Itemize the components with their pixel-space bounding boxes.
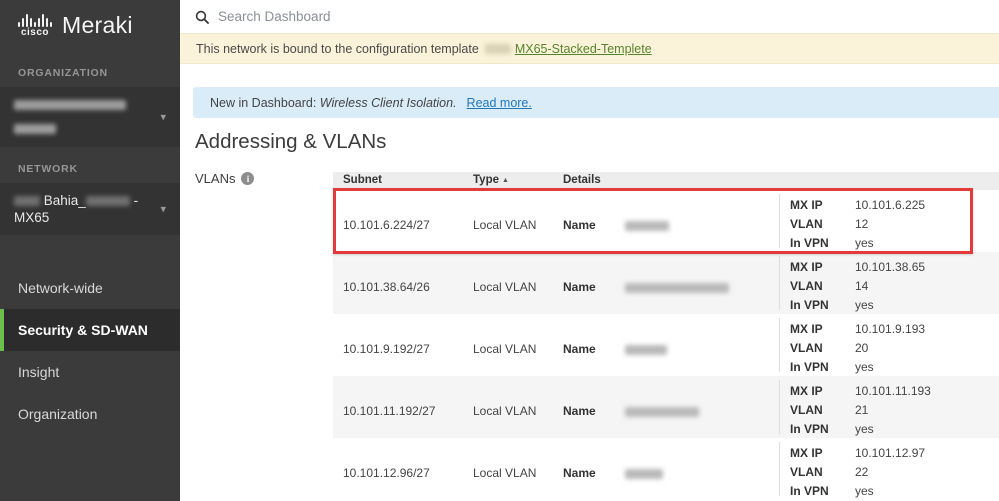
organization-section-label: ORGANIZATION <box>0 67 180 79</box>
in-vpn-value: yes <box>855 482 874 501</box>
type-value: Local VLAN <box>473 342 536 356</box>
row-details: MX IP10.101.6.225 VLAN12 In VPNyes <box>790 196 990 253</box>
subnet-value: 10.101.38.64/26 <box>343 280 430 294</box>
chevron-down-icon: ▾ <box>160 203 166 216</box>
column-header-type[interactable]: Type▲ <box>473 174 509 186</box>
sidebar-item-network-wide[interactable]: Network-wide <box>0 267 180 309</box>
redacted-vlan-name <box>625 218 669 232</box>
meraki-dashboard: cisco Meraki ORGANIZATION ▾ NETWORK Bahi… <box>0 0 999 501</box>
redacted-vlan-name <box>625 280 729 294</box>
mx-ip-value: 10.101.11.193 <box>855 382 931 401</box>
sidebar-item-organization[interactable]: Organization <box>0 393 180 435</box>
type-value: Local VLAN <box>473 404 536 418</box>
divider <box>779 380 780 434</box>
mx-ip-value: 10.101.6.225 <box>855 196 925 215</box>
redacted-vlan-name <box>625 466 663 480</box>
name-label: Name <box>563 342 596 356</box>
in-vpn-value: yes <box>855 358 874 377</box>
name-label: Name <box>563 280 596 294</box>
sidebar: cisco Meraki ORGANIZATION ▾ NETWORK Bahi… <box>0 0 180 501</box>
vlan-id-value: 14 <box>855 277 868 296</box>
sidebar-item-insight[interactable]: Insight <box>0 351 180 393</box>
type-value: Local VLAN <box>473 280 536 294</box>
table-row[interactable]: 10.101.38.64/26 Local VLAN Name MX IP10.… <box>333 252 999 314</box>
chevron-down-icon: ▾ <box>160 111 166 124</box>
template-banner-text: This network is bound to the configurati… <box>196 42 479 56</box>
vlan-id-value: 22 <box>855 463 868 482</box>
row-details: MX IP10.101.11.193 VLAN21 In VPNyes <box>790 382 990 439</box>
row-details: MX IP10.101.9.193 VLAN20 In VPNyes <box>790 320 990 377</box>
search-input[interactable] <box>218 9 518 24</box>
cisco-wordmark: cisco <box>21 28 49 38</box>
read-more-link[interactable]: Read more. <box>467 96 532 110</box>
table-row[interactable]: 10.101.6.224/27 Local VLAN Name MX IP10.… <box>333 190 999 252</box>
new-feature-prefix: New in Dashboard: <box>210 96 316 110</box>
table-row[interactable]: 10.101.11.192/27 Local VLAN Name MX IP10… <box>333 376 999 438</box>
vlans-section-label: VLANs i <box>195 171 254 186</box>
top-search-bar <box>180 0 999 33</box>
column-header-details[interactable]: Details <box>563 174 601 186</box>
divider <box>779 194 780 248</box>
in-vpn-value: yes <box>855 296 874 315</box>
network-name: Bahia_ - MX65 <box>14 192 150 226</box>
info-icon[interactable]: i <box>241 172 254 185</box>
vlan-id-value: 12 <box>855 215 868 234</box>
divider <box>779 256 780 310</box>
template-banner: This network is bound to the configurati… <box>180 33 999 64</box>
main-content: This network is bound to the configurati… <box>180 0 999 501</box>
vlan-id-value: 20 <box>855 339 868 358</box>
mx-ip-value: 10.101.12.97 <box>855 444 925 463</box>
new-feature-name: Wireless Client Isolation. <box>320 96 457 110</box>
type-value: Local VLAN <box>473 218 536 232</box>
meraki-wordmark: Meraki <box>62 12 133 39</box>
sidebar-item-security-sd-wan[interactable]: Security & SD-WAN <box>0 309 180 351</box>
mx-ip-value: 10.101.9.193 <box>855 320 925 339</box>
vlans-table: Subnet Type▲ Details 10.101.6.224/27 Loc… <box>333 172 999 500</box>
in-vpn-value: yes <box>855 234 874 253</box>
network-section-label: NETWORK <box>0 163 180 175</box>
vlan-id-value: 21 <box>855 401 868 420</box>
divider <box>779 318 780 372</box>
search-icon <box>195 10 209 24</box>
name-label: Name <box>563 404 596 418</box>
template-link[interactable]: MX65-Stacked-Templete <box>515 42 652 56</box>
subnet-value: 10.101.11.192/27 <box>343 404 436 418</box>
column-header-subnet[interactable]: Subnet <box>343 174 382 186</box>
sidebar-nav: Network-wide Security & SD-WAN Insight O… <box>0 267 180 435</box>
network-selector[interactable]: Bahia_ - MX65 ▾ <box>0 183 180 235</box>
name-label: Name <box>563 218 596 232</box>
page-title: Addressing & VLANs <box>195 130 386 154</box>
subnet-value: 10.101.12.96/27 <box>343 466 430 480</box>
sort-ascending-icon: ▲ <box>502 177 509 184</box>
subnet-value: 10.101.9.192/27 <box>343 342 430 356</box>
table-header-row: Subnet Type▲ Details <box>333 172 999 190</box>
type-value: Local VLAN <box>473 466 536 480</box>
in-vpn-value: yes <box>855 420 874 439</box>
row-details: MX IP10.101.12.97 VLAN22 In VPNyes <box>790 444 990 501</box>
cisco-meraki-logo[interactable]: cisco Meraki <box>0 0 180 49</box>
table-row[interactable]: 10.101.12.96/27 Local VLAN Name MX IP10.… <box>333 438 999 500</box>
mx-ip-value: 10.101.38.65 <box>855 258 925 277</box>
table-row[interactable]: 10.101.9.192/27 Local VLAN Name MX IP10.… <box>333 314 999 376</box>
redacted-vlan-name <box>625 404 699 418</box>
subnet-value: 10.101.6.224/27 <box>343 218 430 232</box>
name-label: Name <box>563 466 596 480</box>
divider <box>779 442 780 496</box>
new-feature-banner: New in Dashboard: Wireless Client Isolat… <box>193 87 999 118</box>
row-details: MX IP10.101.38.65 VLAN14 In VPNyes <box>790 258 990 315</box>
organization-selector[interactable]: ▾ <box>0 87 180 147</box>
cisco-logo-icon: cisco <box>18 14 52 38</box>
redacted-vlan-name <box>625 342 667 356</box>
